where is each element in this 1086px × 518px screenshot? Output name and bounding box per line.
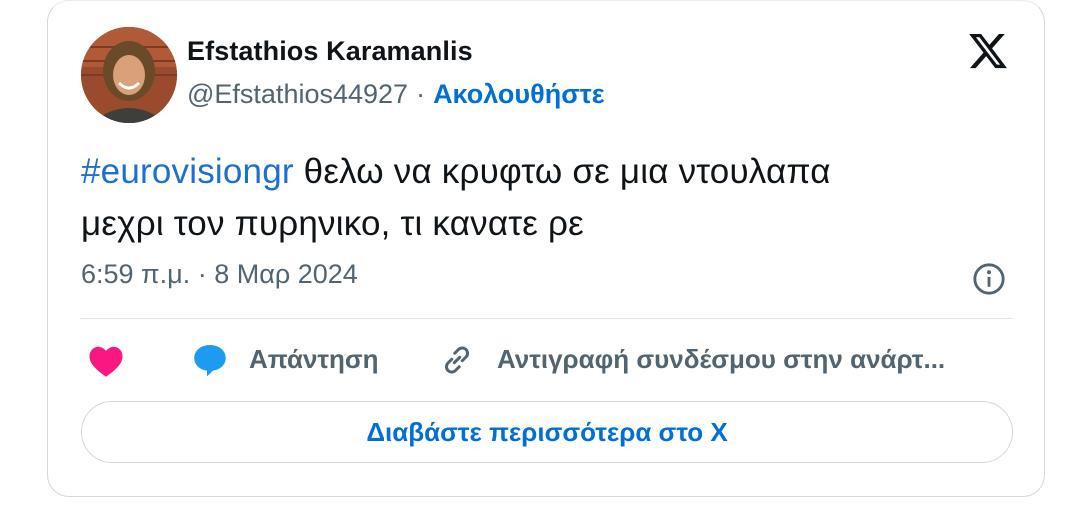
- divider: [81, 318, 1013, 319]
- reply-bubble-icon: [194, 345, 226, 377]
- hashtag-link[interactable]: #eurovisiongr: [81, 152, 294, 191]
- info-icon[interactable]: [972, 262, 1006, 296]
- heart-icon[interactable]: [88, 344, 124, 378]
- author-name[interactable]: Efstathios Karamanlis: [187, 36, 473, 67]
- tweet-text-line2: μεχρι τον πυρηνικο, τι κανατε ρε: [81, 204, 584, 243]
- author-handle[interactable]: @Efstathios44927: [187, 79, 408, 109]
- handle-row: @Efstathios44927 · Ακολουθήστε: [187, 79, 605, 110]
- x-logo-icon[interactable]: [966, 30, 1010, 72]
- tweet-text-line1: θελω να κρυφτω σε μια ντουλαπα: [293, 152, 831, 191]
- link-icon: [444, 346, 470, 374]
- separator: ·: [416, 79, 426, 109]
- read-more-button[interactable]: Διαβάστε περισσότερα στο X: [81, 401, 1013, 463]
- avatar[interactable]: [81, 27, 177, 123]
- timestamp[interactable]: 6:59 π.μ. · 8 Μαρ 2024: [81, 259, 358, 290]
- follow-button[interactable]: Ακολουθήστε: [433, 79, 604, 109]
- tweet-text: #eurovisiongr θελω να κρυφτω σε μια ντου…: [81, 146, 981, 250]
- reply-label: Απάντηση: [249, 344, 379, 374]
- copy-link-label: Αντιγραφή συνδέσμου στην ανάρτ...: [497, 344, 946, 374]
